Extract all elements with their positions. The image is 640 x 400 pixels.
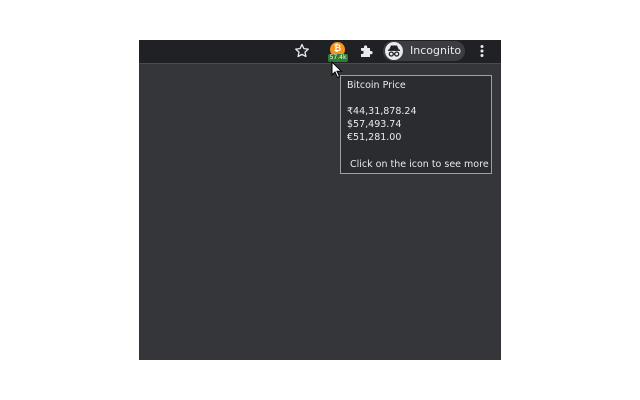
- browser-window: ₿ 57.4k Incognito Bitcoin Price ₹44,31,8…: [139, 40, 501, 360]
- price-inr: ₹44,31,878.24: [347, 106, 417, 117]
- star-icon[interactable]: [294, 43, 310, 59]
- bitcoin-extension-button[interactable]: ₿ 57.4k: [328, 42, 348, 62]
- price-eur: €51,281.00: [347, 132, 402, 143]
- incognito-label: Incognito: [410, 44, 462, 57]
- menu-icon[interactable]: [476, 43, 488, 59]
- incognito-icon: [385, 42, 403, 60]
- bitcoin-price-tooltip: Bitcoin Price ₹44,31,878.24 $57,493.74 €…: [340, 75, 492, 174]
- tooltip-hint: Click on the icon to see more: [350, 159, 489, 170]
- price-usd: $57,493.74: [347, 119, 402, 130]
- mouse-cursor-icon: [331, 61, 343, 79]
- browser-toolbar: ₿ 57.4k Incognito: [139, 40, 501, 63]
- incognito-indicator[interactable]: Incognito: [383, 41, 465, 61]
- puzzle-icon[interactable]: [358, 43, 374, 59]
- tooltip-title: Bitcoin Price: [347, 80, 406, 91]
